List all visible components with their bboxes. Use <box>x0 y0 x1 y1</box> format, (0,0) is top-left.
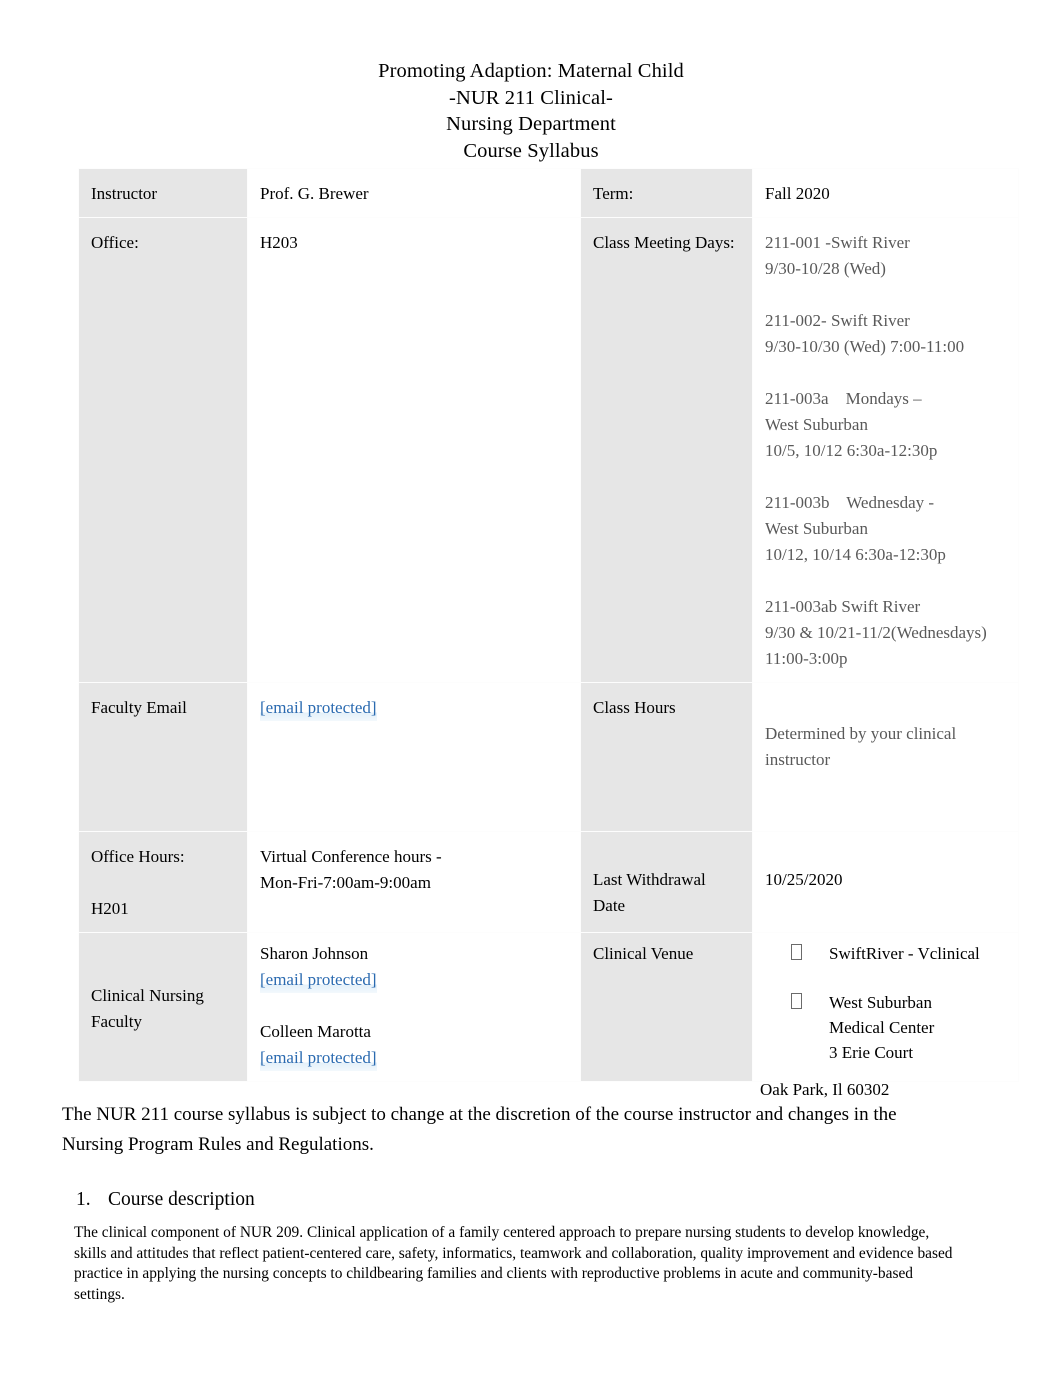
cell-label-clinical-venue: Clinical Venue <box>580 932 753 1082</box>
cell-label-term: Term: <box>580 168 753 218</box>
list-item: SwiftRiver - Vclinical <box>765 941 1006 966</box>
faculty-email-link-2[interactable]: [email protected] <box>260 1045 377 1071</box>
cell-label-instructor: Instructor <box>78 168 248 218</box>
course-info-table: Instructor Prof. G. Brewer Term: Fall 20… <box>78 168 1019 1082</box>
venue-text-2: West Suburban Medical Center 3 Erie Cour… <box>829 993 935 1062</box>
cell-value-clinical-nursing-faculty: Sharon Johnson [email protected] Colleen… <box>247 932 581 1082</box>
table-row-clinical-faculty: Clinical Nursing Faculty Sharon Johnson … <box>78 932 1019 1082</box>
cell-label-class-meeting-days: Class Meeting Days: <box>580 217 753 683</box>
faculty-email-link[interactable]: [email protected] <box>260 695 377 721</box>
meeting-block-1: 211-001 -Swift River 9/30-10/28 (Wed) <box>765 233 910 278</box>
table-row-office-hours: Office Hours: H201 Virtual Conference ho… <box>78 831 1019 933</box>
meeting-block-2: 211-002- Swift River 9/30-10/30 (Wed) 7:… <box>765 311 965 356</box>
section-title: Course description <box>108 1189 255 1210</box>
table-row-faculty-email: Faculty Email [email protected] Class Ho… <box>78 682 1019 832</box>
clinical-venue-list: SwiftRiver - Vclinical West Suburban Med… <box>765 941 1006 1065</box>
section-course-description: 1. Course description The clinical compo… <box>62 1186 962 1305</box>
meeting-block-4: 211-003b Wednesday - West Suburban 10/12… <box>765 493 946 564</box>
cell-label-office-hours: Office Hours: H201 <box>78 831 248 933</box>
office-hours-label-line1: Office Hours: <box>91 847 185 866</box>
table-row-office: Office: H203 Class Meeting Days: 211-001… <box>78 217 1019 683</box>
cell-value-instructor: Prof. G. Brewer <box>247 168 581 218</box>
cell-value-office-hours: Virtual Conference hours - Mon-Fri-7:00a… <box>247 831 581 933</box>
bullet-tofu-icon <box>791 941 802 966</box>
section-heading: 1. Course description <box>62 1186 962 1214</box>
cell-value-class-meeting-days: 211-001 -Swift River 9/30-10/28 (Wed) 21… <box>752 217 1019 683</box>
syllabus-page: Promoting Adaption: Maternal Child -NUR … <box>0 0 1062 1377</box>
table-row-instructor: Instructor Prof. G. Brewer Term: Fall 20… <box>78 168 1019 218</box>
faculty-email-link-1[interactable]: [email protected] <box>260 967 377 993</box>
cell-value-class-hours: Determined by your clinical instructor <box>752 682 1019 832</box>
title-line-3: Nursing Department <box>446 113 616 135</box>
cell-label-last-withdrawal-date: Last Withdrawal Date <box>580 831 753 933</box>
title-line-1: Promoting Adaption: Maternal Child <box>378 60 684 82</box>
venue-text-1: SwiftRiver - Vclinical <box>829 944 980 963</box>
syllabus-disclaimer: The NUR 211 course syllabus is subject t… <box>62 1104 897 1155</box>
cell-label-clinical-nursing-faculty: Clinical Nursing Faculty <box>78 932 248 1082</box>
bullet-tofu-icon <box>791 990 802 1015</box>
section-body-text: The clinical component of NUR 209. Clini… <box>74 1224 953 1303</box>
cell-value-last-withdrawal-date: 10/25/2020 <box>752 831 1019 933</box>
section-number: 1. <box>76 1189 91 1210</box>
cell-value-term: Fall 2020 <box>752 168 1019 218</box>
meeting-block-5: 211-003ab Swift River 9/30 & 10/21-11/2(… <box>765 597 987 668</box>
title-line-2: -NUR 211 Clinical- <box>449 86 613 109</box>
list-item: West Suburban Medical Center 3 Erie Cour… <box>765 990 1006 1065</box>
faculty-name-2: Colleen Marotta <box>260 1022 371 1041</box>
cell-value-faculty-email: [email protected] <box>247 682 581 832</box>
cell-value-office: H203 <box>247 217 581 683</box>
cell-label-faculty-email: Faculty Email <box>78 682 248 832</box>
office-room-number: H201 <box>91 899 129 918</box>
cell-value-clinical-venue: SwiftRiver - Vclinical West Suburban Med… <box>752 932 1019 1082</box>
meeting-block-3: 211-003a Mondays – West Suburban 10/5, 1… <box>765 389 938 460</box>
title-line-4: Course Syllabus <box>463 139 599 162</box>
cell-label-office: Office: <box>78 217 248 683</box>
document-title: Promoting Adaption: Maternal Child -NUR … <box>0 0 1062 164</box>
faculty-name-1: Sharon Johnson <box>260 944 369 963</box>
cell-label-class-hours: Class Hours <box>580 682 753 832</box>
